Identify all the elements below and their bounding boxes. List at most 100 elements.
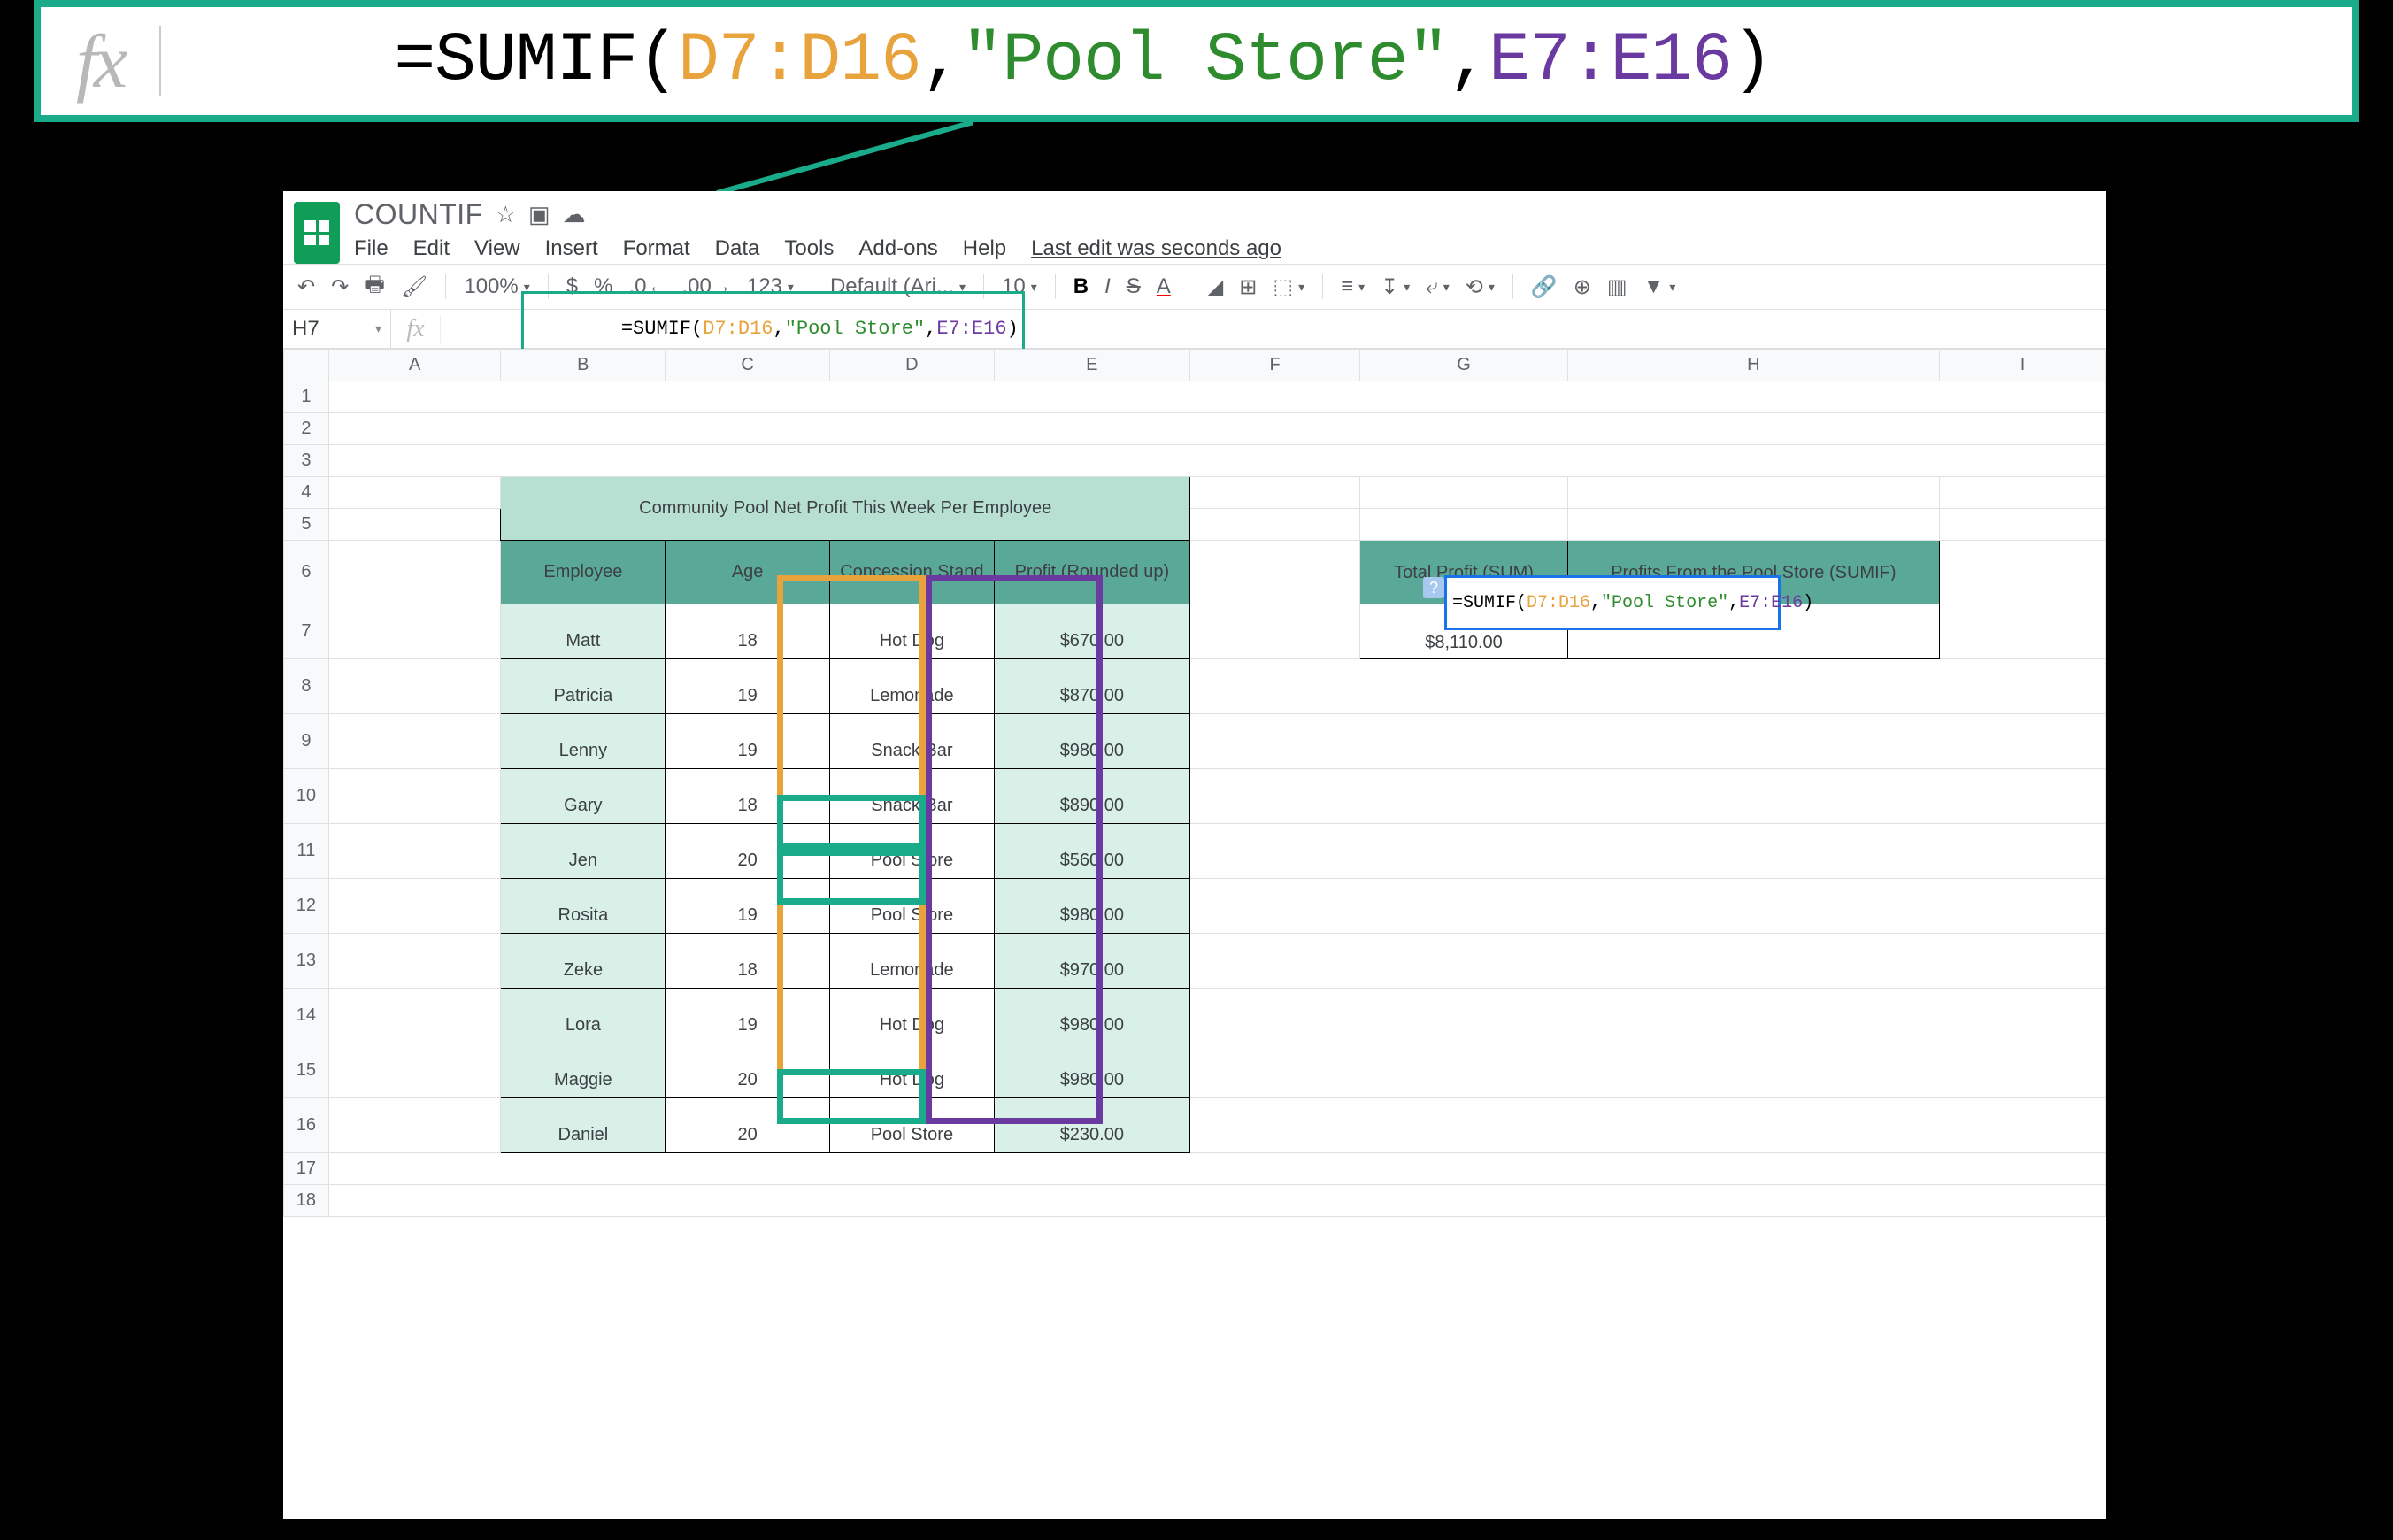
cell-age[interactable]: 19 bbox=[666, 989, 830, 1043]
cell-prof[interactable]: $890.00 bbox=[994, 769, 1189, 824]
cell-emp[interactable]: Daniel bbox=[501, 1098, 666, 1153]
print-button[interactable]: 🖶 bbox=[361, 267, 389, 307]
cell-emp[interactable]: Zeke bbox=[501, 934, 666, 989]
row-10[interactable]: 10 bbox=[284, 769, 329, 824]
select-all[interactable] bbox=[284, 350, 329, 381]
row-1[interactable]: 1 bbox=[284, 381, 329, 413]
cell-prof[interactable]: $560.00 bbox=[994, 824, 1189, 879]
chart-button[interactable]: ▥ bbox=[1604, 273, 1631, 302]
menu-view[interactable]: View bbox=[474, 236, 520, 261]
spreadsheet-grid[interactable]: A B C D E F G H I 1 2 3 4 Community Pool… bbox=[283, 349, 2106, 1217]
cell-age[interactable]: 20 bbox=[666, 824, 830, 879]
valign-button[interactable]: ↧ bbox=[1377, 273, 1413, 302]
formula-help-icon[interactable]: ? bbox=[1423, 577, 1444, 598]
col-A[interactable]: A bbox=[328, 350, 501, 381]
row-17[interactable]: 17 bbox=[284, 1153, 329, 1185]
cell-emp[interactable]: Maggie bbox=[501, 1043, 666, 1098]
cell-age[interactable]: 18 bbox=[666, 934, 830, 989]
th-employee[interactable]: Employee bbox=[501, 541, 666, 604]
undo-button[interactable]: ↶ bbox=[294, 273, 319, 302]
col-E[interactable]: E bbox=[994, 350, 1189, 381]
borders-button[interactable]: ⊞ bbox=[1235, 273, 1260, 302]
merge-button[interactable]: ⬚ bbox=[1269, 273, 1308, 302]
last-edit-link[interactable]: Last edit was seconds ago bbox=[1031, 236, 1281, 261]
table-title[interactable]: Community Pool Net Profit This Week Per … bbox=[501, 477, 1189, 541]
th-age[interactable]: Age bbox=[666, 541, 830, 604]
cell-age[interactable]: 19 bbox=[666, 879, 830, 934]
cell-con[interactable]: Snack Bar bbox=[830, 769, 995, 824]
paint-format-button[interactable]: 🖌 bbox=[397, 273, 431, 302]
move-folder-icon[interactable]: ▣ bbox=[528, 201, 550, 228]
col-C[interactable]: C bbox=[666, 350, 830, 381]
cell-prof[interactable]: $980.00 bbox=[994, 714, 1189, 769]
row-2[interactable]: 2 bbox=[284, 413, 329, 445]
bold-button[interactable]: B bbox=[1070, 273, 1092, 301]
wrap-button[interactable]: ⤶ bbox=[1422, 273, 1452, 301]
row-11[interactable]: 11 bbox=[284, 824, 329, 879]
active-cell-editor[interactable]: =SUMIF(D7:D16,"Pool Store",E7:E16) bbox=[1444, 575, 1781, 630]
cell-emp[interactable]: Matt bbox=[501, 604, 666, 659]
comment-button[interactable]: ⊕ bbox=[1570, 273, 1595, 302]
cell-age[interactable]: 20 bbox=[666, 1043, 830, 1098]
col-B[interactable]: B bbox=[501, 350, 666, 381]
cell-age[interactable]: 19 bbox=[666, 714, 830, 769]
name-box[interactable]: H7 ▾ bbox=[283, 310, 391, 348]
strike-button[interactable]: S bbox=[1123, 273, 1144, 301]
col-I[interactable]: I bbox=[1939, 350, 2105, 381]
cell-prof[interactable]: $980.00 bbox=[994, 989, 1189, 1043]
cell-age[interactable]: 18 bbox=[666, 604, 830, 659]
row-14[interactable]: 14 bbox=[284, 989, 329, 1043]
row-18[interactable]: 18 bbox=[284, 1185, 329, 1217]
cell-prof[interactable]: $230.00 bbox=[994, 1098, 1189, 1153]
cell-age[interactable]: 19 bbox=[666, 659, 830, 714]
cell-emp[interactable]: Lora bbox=[501, 989, 666, 1043]
menu-insert[interactable]: Insert bbox=[545, 236, 598, 261]
cloud-icon[interactable]: ☁ bbox=[563, 201, 586, 228]
col-D[interactable]: D bbox=[830, 350, 995, 381]
menu-tools[interactable]: Tools bbox=[784, 236, 834, 261]
row-6[interactable]: 6 bbox=[284, 541, 329, 604]
cell-emp[interactable]: Lenny bbox=[501, 714, 666, 769]
redo-button[interactable]: ↷ bbox=[327, 273, 352, 302]
row-15[interactable]: 15 bbox=[284, 1043, 329, 1098]
sheets-logo-icon[interactable] bbox=[294, 202, 340, 264]
menu-data[interactable]: Data bbox=[715, 236, 760, 261]
menu-format[interactable]: Format bbox=[623, 236, 690, 261]
row-8[interactable]: 8 bbox=[284, 659, 329, 714]
menu-edit[interactable]: Edit bbox=[413, 236, 450, 261]
cell-emp[interactable]: Jen bbox=[501, 824, 666, 879]
row-5[interactable]: 5 bbox=[284, 509, 329, 541]
fill-color-button[interactable]: ◢ bbox=[1204, 273, 1227, 302]
row-9[interactable]: 9 bbox=[284, 714, 329, 769]
cell-prof[interactable]: $980.00 bbox=[994, 879, 1189, 934]
col-G[interactable]: G bbox=[1360, 350, 1567, 381]
col-F[interactable]: F bbox=[1189, 350, 1359, 381]
row-3[interactable]: 3 bbox=[284, 445, 329, 477]
cell-con[interactable]: Pool Store bbox=[830, 879, 995, 934]
menu-addons[interactable]: Add-ons bbox=[858, 236, 937, 261]
th-concession[interactable]: Concession Stand bbox=[830, 541, 995, 604]
row-16[interactable]: 16 bbox=[284, 1098, 329, 1153]
cell-emp[interactable]: Patricia bbox=[501, 659, 666, 714]
italic-button[interactable]: I bbox=[1101, 273, 1114, 301]
star-icon[interactable]: ☆ bbox=[496, 201, 516, 228]
cell-con[interactable]: Snack Bar bbox=[830, 714, 995, 769]
row-12[interactable]: 12 bbox=[284, 879, 329, 934]
row-4[interactable]: 4 bbox=[284, 477, 329, 509]
cell-con[interactable]: Pool Store bbox=[830, 1098, 995, 1153]
cell-prof[interactable]: $980.00 bbox=[994, 1043, 1189, 1098]
filter-button[interactable]: ▼ bbox=[1640, 273, 1680, 301]
cell-con[interactable]: Hot Dog bbox=[830, 1043, 995, 1098]
cell-prof[interactable]: $870.00 bbox=[994, 659, 1189, 714]
row-7[interactable]: 7 bbox=[284, 604, 329, 659]
cell-con[interactable]: Lemonade bbox=[830, 659, 995, 714]
link-button[interactable]: 🔗 bbox=[1527, 273, 1561, 302]
cell-con[interactable]: Pool Store bbox=[830, 824, 995, 879]
col-H[interactable]: H bbox=[1567, 350, 1939, 381]
text-color-button[interactable]: A bbox=[1153, 273, 1174, 301]
rotate-button[interactable]: ⟲ bbox=[1462, 273, 1498, 302]
th-profit[interactable]: Profit (Rounded up) bbox=[994, 541, 1189, 604]
row-13[interactable]: 13 bbox=[284, 934, 329, 989]
menu-file[interactable]: File bbox=[354, 236, 389, 261]
cell-age[interactable]: 18 bbox=[666, 769, 830, 824]
